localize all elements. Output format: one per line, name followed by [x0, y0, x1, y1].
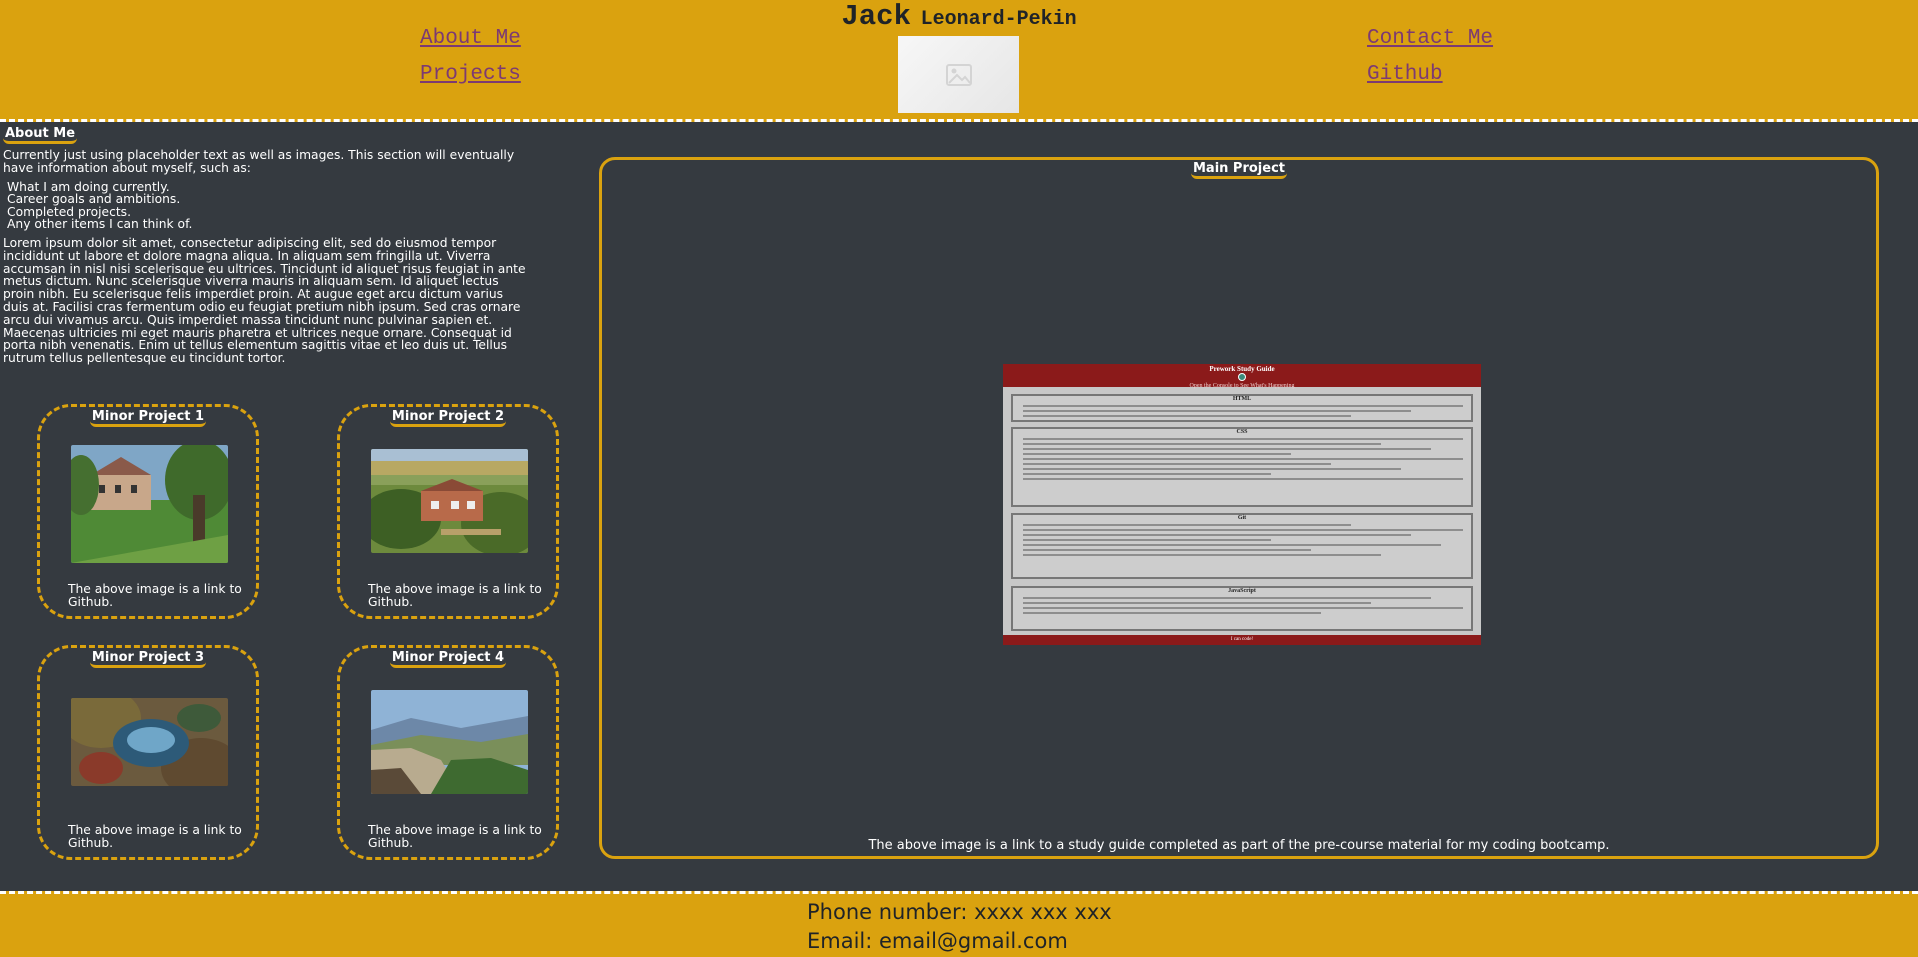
minor-project-title: Minor Project 3: [89, 650, 207, 668]
nav-link-about[interactable]: About Me: [420, 27, 521, 50]
minor-project-title: Minor Project 2: [389, 409, 507, 427]
footer-email: Email: email@gmail.com: [807, 929, 1068, 953]
about-list: What I am doing currently. Career goals …: [3, 180, 533, 232]
study-guide-subtitle: Open the Console to See What's Happening: [1189, 383, 1295, 389]
minor-project-title: Minor Project 4: [389, 650, 507, 668]
minor-project-image: [71, 698, 228, 786]
minor-project-caption: The above image is a link to Github.: [68, 582, 242, 609]
about-section: About Me Currently just using placeholde…: [3, 126, 533, 365]
minor-project-card-2: Minor Project 2 The above image is a lin…: [337, 404, 559, 619]
profile-image-placeholder: [898, 36, 1019, 113]
site-footer: Phone number: xxxx xxx xxx Email: email@…: [0, 891, 1918, 957]
minor-project-card-4: Minor Project 4 The above image is a lin…: [337, 645, 559, 860]
minor-project-image-link[interactable]: [371, 449, 528, 553]
minor-project-image: [71, 445, 228, 563]
minor-project-caption: The above image is a link to Github.: [368, 823, 542, 850]
study-guide-header: Prework Study Guide Open the Console to …: [1003, 364, 1481, 389]
site-title-last-name: Leonard-Pekin: [920, 8, 1077, 31]
minor-project-image-link[interactable]: [71, 698, 228, 786]
main-project-caption: The above image is a link to a study gui…: [868, 838, 1610, 853]
about-intro: Currently just using placeholder text as…: [3, 148, 515, 175]
site-header: Jack Leonard-Pekin About Me Projects Con…: [0, 0, 1918, 122]
study-guide-section-git: Git: [1011, 513, 1473, 579]
study-guide-section-html: HTML: [1011, 394, 1473, 422]
minor-project-image: [371, 449, 528, 553]
minor-project-image-link[interactable]: [71, 445, 228, 563]
minor-project-image: [371, 690, 528, 794]
nav-link-contact[interactable]: Contact Me: [1367, 27, 1493, 50]
about-list-item: Career goals and ambitions.: [7, 192, 181, 207]
minor-project-caption: The above image is a link to Github.: [368, 582, 542, 609]
minor-project-card-3: Minor Project 3 The above image is a lin…: [37, 645, 259, 860]
minor-project-title: Minor Project 1: [89, 409, 207, 427]
study-guide-section-title: JavaScript: [1228, 588, 1256, 594]
study-guide-section-javascript: JavaScript: [1011, 586, 1473, 631]
minor-project-image-link[interactable]: [371, 690, 528, 794]
footer-phone: Phone number: xxxx xxx xxx: [807, 900, 1112, 924]
about-heading: About Me: [3, 126, 78, 144]
minor-project-card-1: Minor Project 1 The above image is a lin…: [37, 404, 259, 619]
study-guide-footer: I can code!: [1003, 635, 1481, 645]
image-placeholder-icon: [945, 63, 972, 86]
nav-link-projects[interactable]: Projects: [420, 63, 521, 86]
site-title: Jack Leonard-Pekin: [0, 0, 1918, 33]
study-guide-section-css: CSS: [1011, 427, 1473, 507]
study-guide-section-title: HTML: [1232, 396, 1252, 402]
about-lorem: Lorem ipsum dolor sit amet, consectetur …: [3, 235, 526, 366]
nav-link-github[interactable]: Github: [1367, 63, 1443, 86]
study-guide-section-title: Git: [1237, 515, 1247, 521]
study-guide-avatar-icon: [1238, 373, 1246, 381]
minor-project-caption: The above image is a link to Github.: [68, 823, 242, 850]
about-list-item: Any other items I can think of.: [7, 217, 193, 232]
study-guide-image-link[interactable]: Prework Study Guide Open the Console to …: [1003, 364, 1481, 645]
site-title-first-name: Jack: [841, 0, 911, 33]
main-project-section: Main Project Prework Study Guide Open th…: [599, 157, 1879, 859]
study-guide-section-title: CSS: [1236, 429, 1248, 435]
study-guide-title: Prework Study Guide: [1209, 365, 1275, 373]
main-project-heading: Main Project: [1190, 161, 1287, 179]
